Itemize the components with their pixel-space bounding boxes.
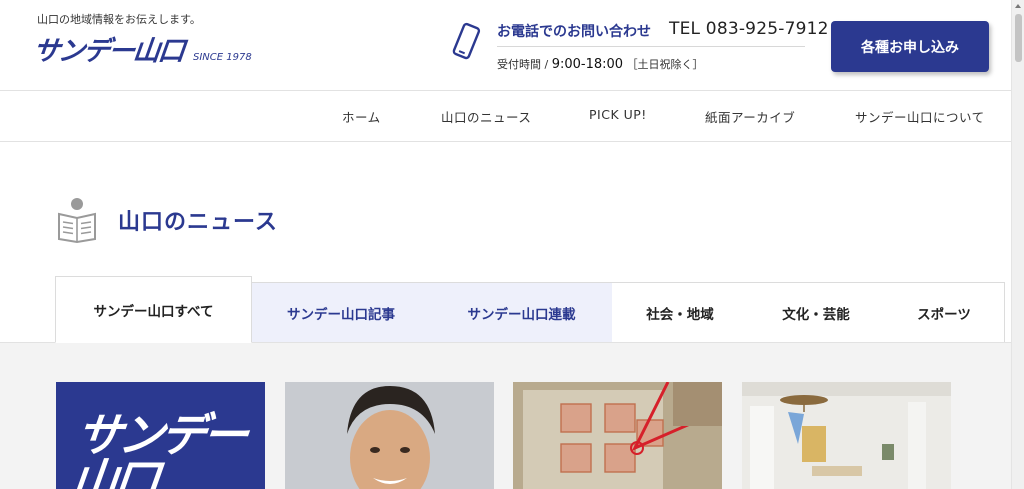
scroll-thumb[interactable] [1015,14,1022,62]
site-logo[interactable]: サンデー山口 SINCE 1978 [31,36,252,67]
card-photo-circuit [513,382,722,489]
business-hours: 受付時間 / 9:00-18:00 ［土日祝除く］ [497,56,704,72]
nav-item-about[interactable]: サンデー山口について [855,107,985,126]
scroll-up-arrow-icon[interactable] [1015,4,1021,8]
category-tabs: サンデー山口すべて サンデー山口記事 サンデー山口連載 社会・地域 文化・芸能 … [0,276,1011,343]
site-tagline: 山口の地域情報をお伝えします。 [37,13,201,26]
news-card-4[interactable] [742,382,951,489]
apply-button[interactable]: 各種お申し込み [831,21,989,72]
news-card-1[interactable]: サンデー山口 [56,382,265,489]
hours-note: ［土日祝除く］ [626,58,704,71]
smartphone-icon [452,22,481,60]
tab-culture[interactable]: 文化・芸能 [748,282,885,343]
tab-series[interactable]: サンデー山口連載 [431,282,613,343]
news-list: サンデー山口 [0,343,1011,489]
phone-number-link[interactable]: TEL 083-925-7912 [669,19,829,39]
logo-wordmark: サンデー山口 [31,36,185,67]
tab-articles[interactable]: サンデー山口記事 [251,282,432,343]
nav-item-archive[interactable]: 紙面アーカイブ [705,107,795,126]
nav-item-news[interactable]: 山口のニュース [441,107,531,126]
tab-all[interactable]: サンデー山口すべて [55,276,252,343]
newspaper-reader-icon [58,198,96,243]
contact-divider [497,46,805,47]
news-card-2[interactable] [285,382,494,489]
card-photo-portrait [285,382,494,489]
card-logo: サンデー山口 [68,408,248,489]
section-heading: 山口のニュース [56,197,278,243]
global-nav: ホーム 山口のニュース PICK UP! 紙面アーカイブ サンデー山口について [0,92,1011,142]
hours-time: 9:00-18:00 [551,57,624,72]
section-title: 山口のニュース [118,210,278,235]
site-header: 山口の地域情報をお伝えします。 サンデー山口 SINCE 1978 お電話でのお… [0,0,1011,91]
nav-item-home[interactable]: ホーム [342,107,381,126]
vertical-scrollbar[interactable] [1011,0,1024,489]
hours-prefix: 受付時間 / [497,58,552,71]
contact-label: お電話でのお問い合わせ [497,24,651,40]
nav-item-pickup[interactable]: PICK UP! [589,107,647,122]
tab-sports[interactable]: スポーツ [884,282,1005,343]
news-card-3[interactable] [513,382,722,489]
tab-society[interactable]: 社会・地域 [612,282,749,343]
logo-since: SINCE 1978 [193,52,252,63]
card-photo-room [742,382,951,489]
